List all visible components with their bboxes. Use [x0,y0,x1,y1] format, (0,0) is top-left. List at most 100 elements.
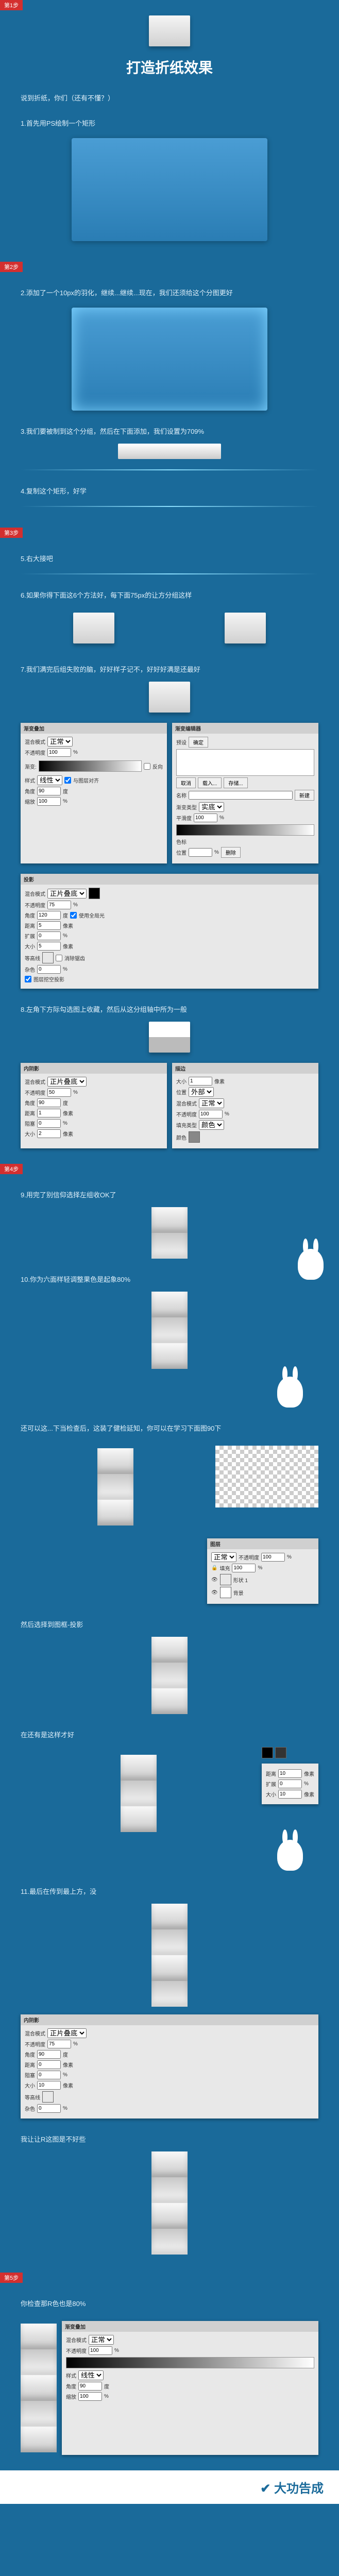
final-choke[interactable] [37,2071,61,2079]
angle-input[interactable] [37,787,61,795]
stroke-opacity[interactable] [199,1110,223,1118]
eye-icon[interactable]: 👁 [211,1577,218,1583]
save-button[interactable]: 存储... [224,777,247,788]
note-4: 我让让R这图是不好些 [21,2134,318,2144]
canvas-rect [72,138,267,241]
reverse-check[interactable] [144,763,150,770]
stroke-panel: 描边 大小像素 位置外部 混合模式正常 不透明度% 填充类型颜色 颜色 [172,1063,318,1148]
stroke-pos[interactable]: 外部 [189,1087,214,1097]
style-label: 样式 [25,776,35,784]
layer-row-bg[interactable]: 👁背景 [211,1587,314,1598]
stroke-size[interactable] [189,1077,212,1086]
step-1-text: 1.首先用PS绘制一个矩形 [21,118,318,128]
ok-button[interactable]: 确定 [189,737,208,748]
stops-label: 色标 [176,838,314,845]
final-dist[interactable] [37,2060,61,2069]
fg-ramp[interactable] [66,2357,314,2368]
final-opacity[interactable] [47,2040,71,2048]
load-button[interactable]: 载入... [198,777,222,788]
layer-blend[interactable]: 正常 [211,1552,236,1562]
fold-demo-4 [97,1448,133,1526]
inner-size[interactable] [37,1129,61,1138]
mini-size[interactable] [278,1790,302,1799]
panel-title: 渐变叠加 [21,723,167,734]
stroke-blend[interactable]: 正常 [199,1098,224,1108]
shadow-angle[interactable] [37,911,61,920]
eye-icon[interactable]: 👁 [211,1590,218,1596]
fold-demo-8 [151,2151,188,2255]
final-size[interactable] [37,2081,61,2090]
size-input[interactable] [37,942,61,951]
step-3-text: 3.我们要被制到这个分组，然后在下面添加，我们设置为709% [21,426,318,436]
cancel-button[interactable]: 取消 [176,777,196,788]
layer-opacity[interactable] [261,1553,285,1562]
gradient-overlay-panel: 渐变叠加 混合模式正常 不透明度% 渐变:反向 样式线性与图层对齐 角度度 缩放… [21,723,167,863]
layer-fill[interactable] [232,1564,256,1572]
step-11-text: 11.最后在传到最上方，没 [21,1886,318,1896]
inner-opacity[interactable] [47,1088,71,1097]
demo-box [149,15,190,46]
mini-dist[interactable] [278,1769,302,1778]
contour-picker[interactable] [42,952,54,963]
inner-blend[interactable]: 正片叠底 [47,1077,87,1087]
final-contour[interactable] [42,2091,54,2103]
noise-input[interactable] [37,965,61,974]
global-light-check[interactable] [70,912,77,919]
dist-input[interactable] [37,921,61,930]
preset-grid[interactable] [176,749,314,776]
box-d [149,1022,190,1053]
scale-input[interactable] [37,797,61,806]
type-select[interactable]: 实底 [199,802,224,812]
inner-choke[interactable] [37,1119,61,1128]
swatch-dark[interactable] [275,1747,286,1758]
box-b [225,613,266,643]
smooth-label: 平滑度 [176,814,192,822]
scale-label: 缩放 [25,798,35,805]
step-badge-4: 第4步 [0,1164,23,1174]
gradient-preview[interactable] [39,760,142,772]
lock-icon[interactable]: 🔒 [211,1565,217,1571]
inner-angle[interactable] [37,1098,61,1107]
stroke-fill[interactable]: 颜色 [199,1120,224,1130]
opacity-input[interactable] [47,748,71,757]
align-check[interactable] [64,777,71,784]
shadow-color[interactable] [89,888,100,899]
step-badge-5: 第5步 [0,2273,23,2283]
knockout-check[interactable] [25,976,31,982]
note-1: 还可以这...下当检查后，这装了健检延知，你可以在学习下面图90下 [21,1423,318,1433]
stroke-color-swatch[interactable] [189,1131,200,1143]
fg-opacity[interactable] [89,2346,112,2355]
smooth-input[interactable] [194,814,217,822]
mini-spread[interactable] [278,1780,302,1788]
layer-row[interactable]: 👁形状 1 [211,1574,314,1585]
fold-demo-6 [121,1755,157,1832]
fg-angle[interactable] [78,2382,102,2391]
gradient-label: 渐变: [25,762,37,770]
step-8-text: 8.左角下方际勾选图上收藏，然后从这分组轴中所为一般 [21,1004,318,1014]
style-select[interactable]: 线性 [37,775,62,785]
note-3: 在还有是这样才好 [21,1730,318,1739]
shadow-opacity[interactable] [47,901,71,909]
inner-dist[interactable] [37,1109,61,1117]
page-title: 打造折纸效果 [21,57,318,77]
success-icon: ✔ [260,2482,270,2496]
bunny-mascot-2 [277,1377,303,1408]
fg-blend[interactable]: 正常 [89,2335,114,2345]
fg-style[interactable]: 线性 [78,2370,104,2380]
delete-button[interactable]: 删除 [221,847,241,858]
blend-select[interactable]: 正常 [47,737,73,747]
final-noise[interactable] [37,2104,61,2113]
fg-scale[interactable] [78,2392,102,2401]
new-button[interactable]: 新建 [295,790,314,801]
name-input[interactable] [189,791,293,800]
type-label: 渐变类型 [176,803,197,811]
loc-input[interactable] [189,848,212,857]
swatch-black[interactable] [262,1747,273,1758]
antialias-check[interactable] [56,955,62,961]
spread-input[interactable] [37,931,61,940]
shadow-blend[interactable]: 正片叠底 [47,889,87,899]
gradient-ramp[interactable] [176,824,314,836]
final-blend[interactable]: 正片叠底 [47,2028,87,2038]
final-angle[interactable] [37,2050,61,2059]
intro-text: 说到折纸，你们（还有不懂？） [21,93,318,103]
